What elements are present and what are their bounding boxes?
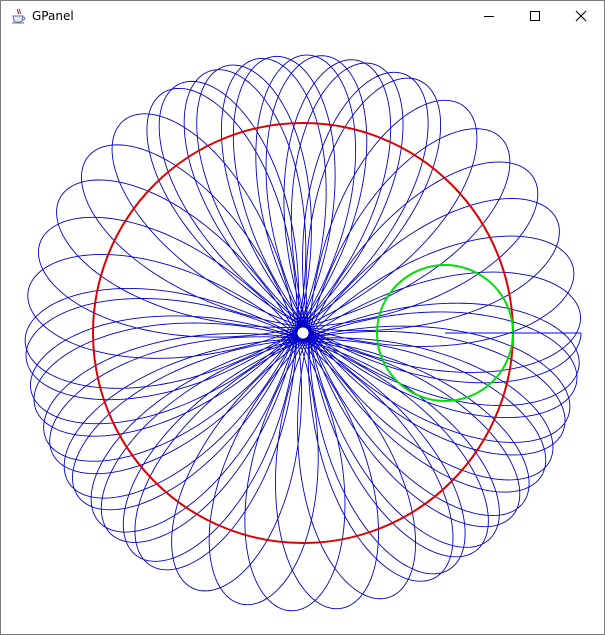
java-cup-icon (10, 8, 26, 24)
close-icon (575, 10, 587, 22)
close-button[interactable] (558, 1, 604, 31)
minimize-icon (484, 16, 494, 17)
title-bar[interactable]: GPanel (1, 1, 604, 31)
maximize-button[interactable] (512, 1, 558, 31)
minimize-button[interactable] (466, 1, 512, 31)
window-title: GPanel (32, 9, 74, 23)
drawing-canvas (24, 54, 582, 612)
gpanel-window: GPanel (0, 0, 605, 635)
maximize-icon (530, 11, 540, 21)
